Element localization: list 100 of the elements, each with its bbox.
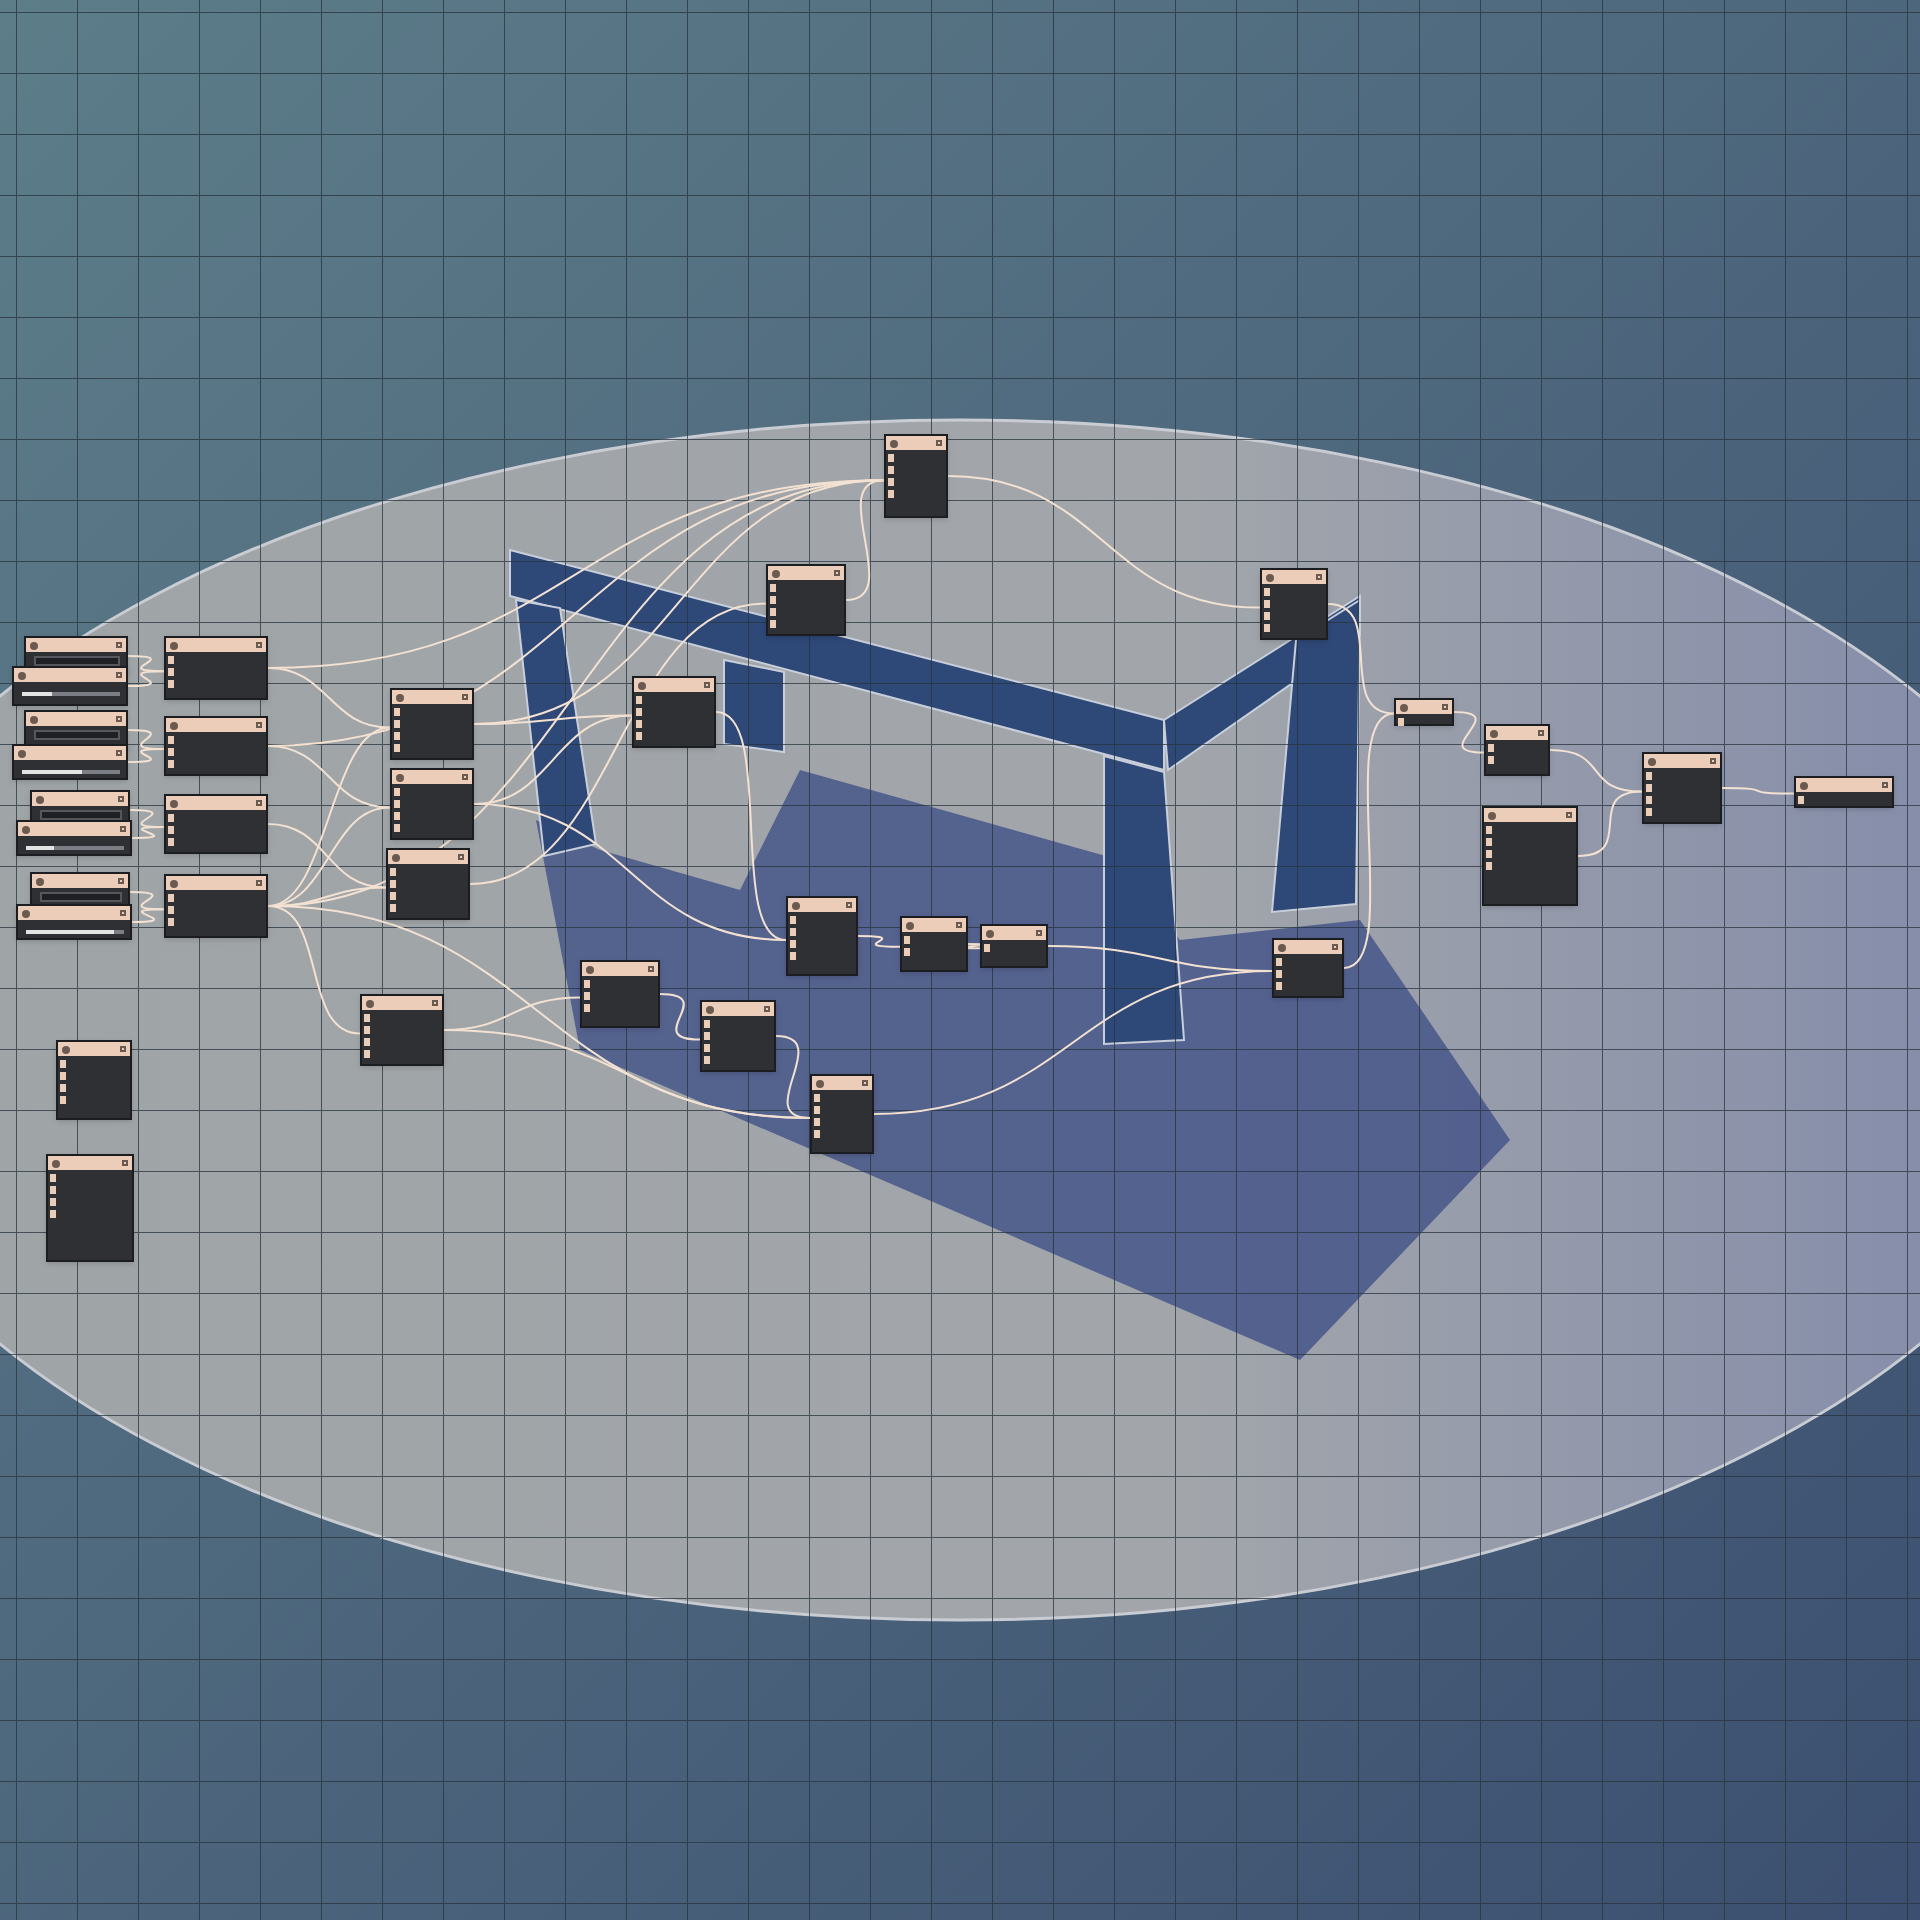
menu-icon[interactable]: [462, 694, 468, 700]
node-card[interactable]: [16, 904, 132, 940]
node-card[interactable]: [1794, 776, 1894, 808]
node-header[interactable]: [166, 876, 266, 890]
node-header[interactable]: [1484, 808, 1576, 822]
menu-icon[interactable]: [256, 722, 262, 728]
node-card[interactable]: [786, 896, 858, 976]
menu-icon[interactable]: [118, 796, 124, 802]
node-card[interactable]: [164, 874, 268, 938]
node-header[interactable]: [26, 712, 126, 726]
input-field[interactable]: [40, 810, 122, 820]
menu-icon[interactable]: [256, 880, 262, 886]
node-card[interactable]: [164, 636, 268, 700]
node-header[interactable]: [388, 850, 468, 864]
input-field[interactable]: [40, 892, 122, 902]
node-card[interactable]: [632, 676, 716, 748]
menu-icon[interactable]: [432, 1000, 438, 1006]
node-card[interactable]: [164, 716, 268, 776]
node-card[interactable]: [1482, 806, 1578, 906]
node-card[interactable]: [1394, 698, 1454, 726]
menu-icon[interactable]: [1882, 782, 1888, 788]
node-card[interactable]: [810, 1074, 874, 1154]
node-header[interactable]: [788, 898, 856, 912]
node-card[interactable]: [164, 794, 268, 854]
node-header[interactable]: [634, 678, 714, 692]
node-header[interactable]: [812, 1076, 872, 1090]
node-header[interactable]: [582, 962, 658, 976]
node-header[interactable]: [392, 770, 472, 784]
node-card[interactable]: [386, 848, 470, 920]
node-card[interactable]: [1260, 568, 1328, 640]
node-card[interactable]: [16, 820, 132, 856]
node-header[interactable]: [32, 874, 128, 888]
node-header[interactable]: [982, 926, 1046, 940]
node-header[interactable]: [886, 436, 946, 450]
node-card[interactable]: [1642, 752, 1722, 824]
node-header[interactable]: [166, 718, 266, 732]
input-field[interactable]: [34, 730, 120, 740]
node-card[interactable]: [1484, 724, 1550, 776]
menu-icon[interactable]: [120, 910, 126, 916]
node-header[interactable]: [18, 822, 130, 836]
node-header[interactable]: [768, 566, 844, 580]
node-header[interactable]: [1644, 754, 1720, 768]
node-header[interactable]: [392, 690, 472, 704]
menu-icon[interactable]: [122, 1160, 128, 1166]
menu-icon[interactable]: [118, 878, 124, 884]
node-header[interactable]: [14, 746, 126, 760]
node-header[interactable]: [166, 638, 266, 652]
node-header[interactable]: [1396, 700, 1452, 714]
node-card[interactable]: [700, 1000, 776, 1072]
node-card[interactable]: [12, 666, 128, 706]
menu-icon[interactable]: [1710, 758, 1716, 764]
input-port[interactable]: [1398, 718, 1404, 726]
node-header[interactable]: [902, 918, 966, 932]
node-card[interactable]: [56, 1040, 132, 1120]
menu-icon[interactable]: [256, 642, 262, 648]
node-header[interactable]: [58, 1042, 130, 1056]
node-header[interactable]: [1262, 570, 1326, 584]
menu-icon[interactable]: [116, 642, 122, 648]
menu-icon[interactable]: [116, 750, 122, 756]
node-card[interactable]: [12, 744, 128, 780]
node-header[interactable]: [362, 996, 442, 1010]
node-card[interactable]: [980, 924, 1048, 968]
menu-icon[interactable]: [116, 672, 122, 678]
node-header[interactable]: [702, 1002, 774, 1016]
menu-icon[interactable]: [764, 1006, 770, 1012]
menu-icon[interactable]: [936, 440, 942, 446]
menu-icon[interactable]: [704, 682, 710, 688]
menu-icon[interactable]: [256, 800, 262, 806]
node-header[interactable]: [26, 638, 126, 652]
menu-icon[interactable]: [120, 826, 126, 832]
menu-icon[interactable]: [1538, 730, 1544, 736]
node-header[interactable]: [18, 906, 130, 920]
input-port[interactable]: [1798, 796, 1804, 804]
node-header[interactable]: [166, 796, 266, 810]
menu-icon[interactable]: [116, 716, 122, 722]
node-header[interactable]: [48, 1156, 132, 1170]
menu-icon[interactable]: [834, 570, 840, 576]
menu-icon[interactable]: [120, 1046, 126, 1052]
node-header[interactable]: [14, 668, 126, 682]
menu-icon[interactable]: [1442, 704, 1448, 710]
node-header[interactable]: [1274, 940, 1342, 954]
node-card[interactable]: [900, 916, 968, 972]
input-field[interactable]: [34, 656, 120, 666]
node-card[interactable]: [390, 768, 474, 840]
input-port[interactable]: [984, 944, 990, 952]
node-card[interactable]: [766, 564, 846, 636]
node-card[interactable]: [360, 994, 444, 1066]
menu-icon[interactable]: [1332, 944, 1338, 950]
node-card[interactable]: [580, 960, 660, 1028]
menu-icon[interactable]: [1316, 574, 1322, 580]
menu-icon[interactable]: [1566, 812, 1572, 818]
node-card[interactable]: [1272, 938, 1344, 998]
menu-icon[interactable]: [1036, 930, 1042, 936]
menu-icon[interactable]: [462, 774, 468, 780]
node-card[interactable]: [390, 688, 474, 760]
node-card[interactable]: [46, 1154, 134, 1262]
node-header[interactable]: [32, 792, 128, 806]
menu-icon[interactable]: [956, 922, 962, 928]
menu-icon[interactable]: [648, 966, 654, 972]
menu-icon[interactable]: [458, 854, 464, 860]
